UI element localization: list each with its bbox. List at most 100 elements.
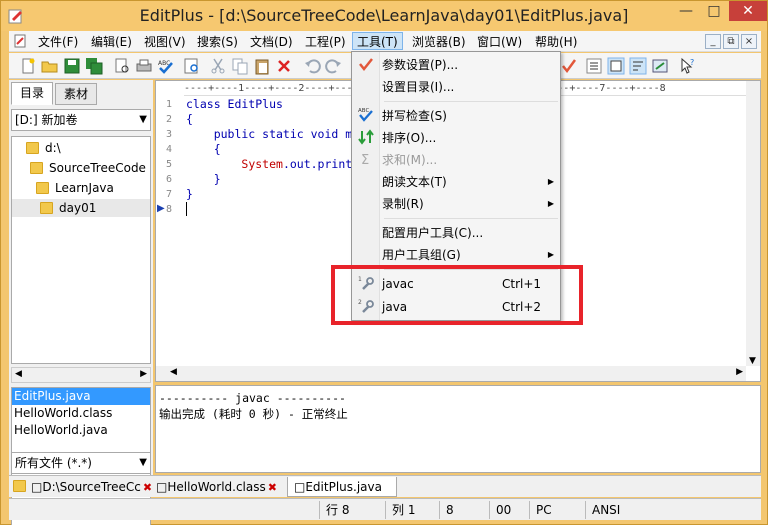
menu-edit[interactable]: 编辑(E): [87, 33, 136, 51]
view-list-icon[interactable]: [585, 57, 603, 75]
print-icon[interactable]: [135, 57, 153, 75]
tree-item-sourcetreecode[interactable]: SourceTreeCode: [30, 159, 146, 177]
code-line: public static void m: [186, 127, 353, 141]
scroll-down-icon[interactable]: ▼: [749, 356, 756, 366]
menu-item-set-directory[interactable]: 设置目录(I)...: [382, 76, 558, 98]
tree-item-root[interactable]: d:\: [26, 139, 61, 157]
minimize-button[interactable]: —: [673, 1, 699, 21]
document-icon[interactable]: [13, 34, 27, 48]
code-line: {: [186, 112, 193, 126]
menu-item-preferences[interactable]: 参数设置(P)...: [382, 54, 558, 76]
menu-document[interactable]: 文档(D): [246, 33, 297, 51]
scroll-left-icon[interactable]: ◀: [15, 369, 22, 379]
tab-document-active[interactable]: □EditPlus.java: [287, 477, 397, 497]
menu-item-sort[interactable]: 排序(O)...: [382, 127, 558, 149]
file-icon: □: [31, 480, 43, 494]
editor-vertical-scrollbar[interactable]: ▼: [746, 81, 760, 366]
check-icon[interactable]: [560, 57, 578, 75]
print-preview-icon[interactable]: [113, 57, 131, 75]
copy-icon[interactable]: [231, 57, 249, 75]
tree-item-day01[interactable]: day01: [12, 199, 150, 217]
document-tabs: □D:\SourceTreeCc ✖ □HelloWorld.class ✖ □Ed…: [9, 475, 761, 497]
chevron-down-icon: ▼: [139, 114, 147, 125]
list-item[interactable]: HelloWorld.class: [12, 405, 150, 422]
browser-icon[interactable]: [651, 57, 669, 75]
line-number: 7: [166, 189, 173, 200]
menu-separator: [384, 101, 558, 102]
submenu-arrow-icon: ▶: [547, 199, 554, 208]
sum-icon: Σ: [361, 153, 369, 167]
menu-file[interactable]: 文件(F): [34, 33, 82, 51]
code-line: System.out.print: [241, 157, 353, 171]
close-button[interactable]: ✕: [729, 1, 767, 21]
mdi-restore-button[interactable]: ⧉: [723, 34, 739, 49]
filter-value: 所有文件 (*.*): [15, 456, 92, 470]
code-line: {: [186, 142, 221, 156]
view-directory-icon[interactable]: [607, 57, 625, 75]
folder-icon: [36, 182, 49, 194]
close-tab-icon[interactable]: ✖: [268, 481, 277, 494]
menu-item-record[interactable]: 录制(R) ▶: [382, 193, 558, 215]
spell-check-icon[interactable]: ABC: [157, 57, 175, 75]
editor-horizontal-scrollbar[interactable]: ◀ ▶: [156, 366, 746, 381]
output-line: 输出完成 (耗时 0 秒) - 正常终止: [159, 407, 348, 421]
status-value: 00: [489, 501, 529, 519]
menu-project[interactable]: 工程(P): [301, 33, 350, 51]
tab-cliptext[interactable]: 素材: [55, 83, 98, 105]
scroll-left-icon[interactable]: ◀: [170, 367, 177, 377]
drive-select[interactable]: [D:] 新加卷 ▼: [11, 109, 151, 131]
window-title: EditPlus - [d:\SourceTreeCode\LearnJava\…: [139, 6, 629, 25]
menu-browser[interactable]: 浏览器(B): [408, 33, 470, 51]
menu-search[interactable]: 搜索(S): [193, 33, 242, 51]
line-number: 5: [166, 159, 173, 170]
file-icon: □: [294, 480, 306, 494]
tree-item-learnjava[interactable]: LearnJava: [36, 179, 114, 197]
find-icon[interactable]: [183, 57, 201, 75]
paste-icon[interactable]: [253, 57, 271, 75]
redo-icon[interactable]: [325, 57, 343, 75]
context-help-icon[interactable]: ?: [679, 57, 697, 75]
menu-item-spell-check[interactable]: 拼写检查(S): [382, 105, 558, 127]
line-number: 3: [166, 129, 173, 140]
new-file-icon[interactable]: [19, 57, 37, 75]
tab-document[interactable]: □D:\SourceTreeCc ✖: [31, 477, 152, 497]
menu-window[interactable]: 窗口(W): [473, 33, 526, 51]
maximize-button[interactable]: □: [701, 1, 727, 21]
menu-item-configure-user-tools[interactable]: 配置用户工具(C)...: [382, 222, 558, 244]
chevron-down-icon: ▼: [139, 457, 147, 468]
save-all-icon[interactable]: [85, 57, 103, 75]
line-number: 6: [166, 174, 173, 185]
output-window[interactable]: ---------- javac ---------- 输出完成 (耗时 0 秒…: [155, 385, 761, 473]
scroll-right-icon[interactable]: ▶: [140, 369, 147, 379]
menu-item-user-tool-groups[interactable]: 用户工具组(G) ▶: [382, 244, 558, 266]
line-number: 4: [166, 144, 173, 155]
open-folder-icon[interactable]: [41, 57, 59, 75]
folder-icon: [26, 142, 39, 154]
highlight-box: [331, 265, 583, 325]
cut-icon[interactable]: [209, 57, 227, 75]
menu-view[interactable]: 视图(V): [140, 33, 190, 51]
word-wrap-icon[interactable]: [629, 57, 647, 75]
undo-icon[interactable]: [303, 57, 321, 75]
status-value: 8: [439, 501, 489, 519]
mdi-minimize-button[interactable]: _: [705, 34, 721, 49]
menu-tools[interactable]: 工具(T): [352, 32, 403, 50]
list-item[interactable]: EditPlus.java: [12, 388, 150, 405]
menu-help[interactable]: 帮助(H): [531, 33, 581, 51]
close-tab-icon[interactable]: ✖: [143, 481, 152, 494]
drive-value: [D:] 新加卷: [15, 113, 78, 127]
folder-icon: [30, 162, 43, 174]
scroll-right-icon[interactable]: ▶: [736, 367, 743, 377]
menu-item-sum[interactable]: 求和(M)...: [382, 149, 558, 171]
list-item[interactable]: HelloWorld.java: [12, 422, 150, 439]
mdi-close-button[interactable]: ×: [741, 34, 757, 49]
save-icon[interactable]: [63, 57, 81, 75]
delete-icon[interactable]: [275, 57, 293, 75]
file-filter-select[interactable]: 所有文件 (*.*) ▼: [11, 452, 151, 474]
tree-horizontal-scrollbar[interactable]: ◀ ▶: [11, 367, 151, 383]
folder-icon: [13, 480, 26, 492]
tab-directory[interactable]: 目录: [11, 82, 54, 105]
menu-item-read-text[interactable]: 朗读文本(T) ▶: [382, 171, 558, 193]
code-line: }: [186, 172, 221, 186]
tab-document[interactable]: □HelloWorld.class ✖: [156, 477, 277, 497]
